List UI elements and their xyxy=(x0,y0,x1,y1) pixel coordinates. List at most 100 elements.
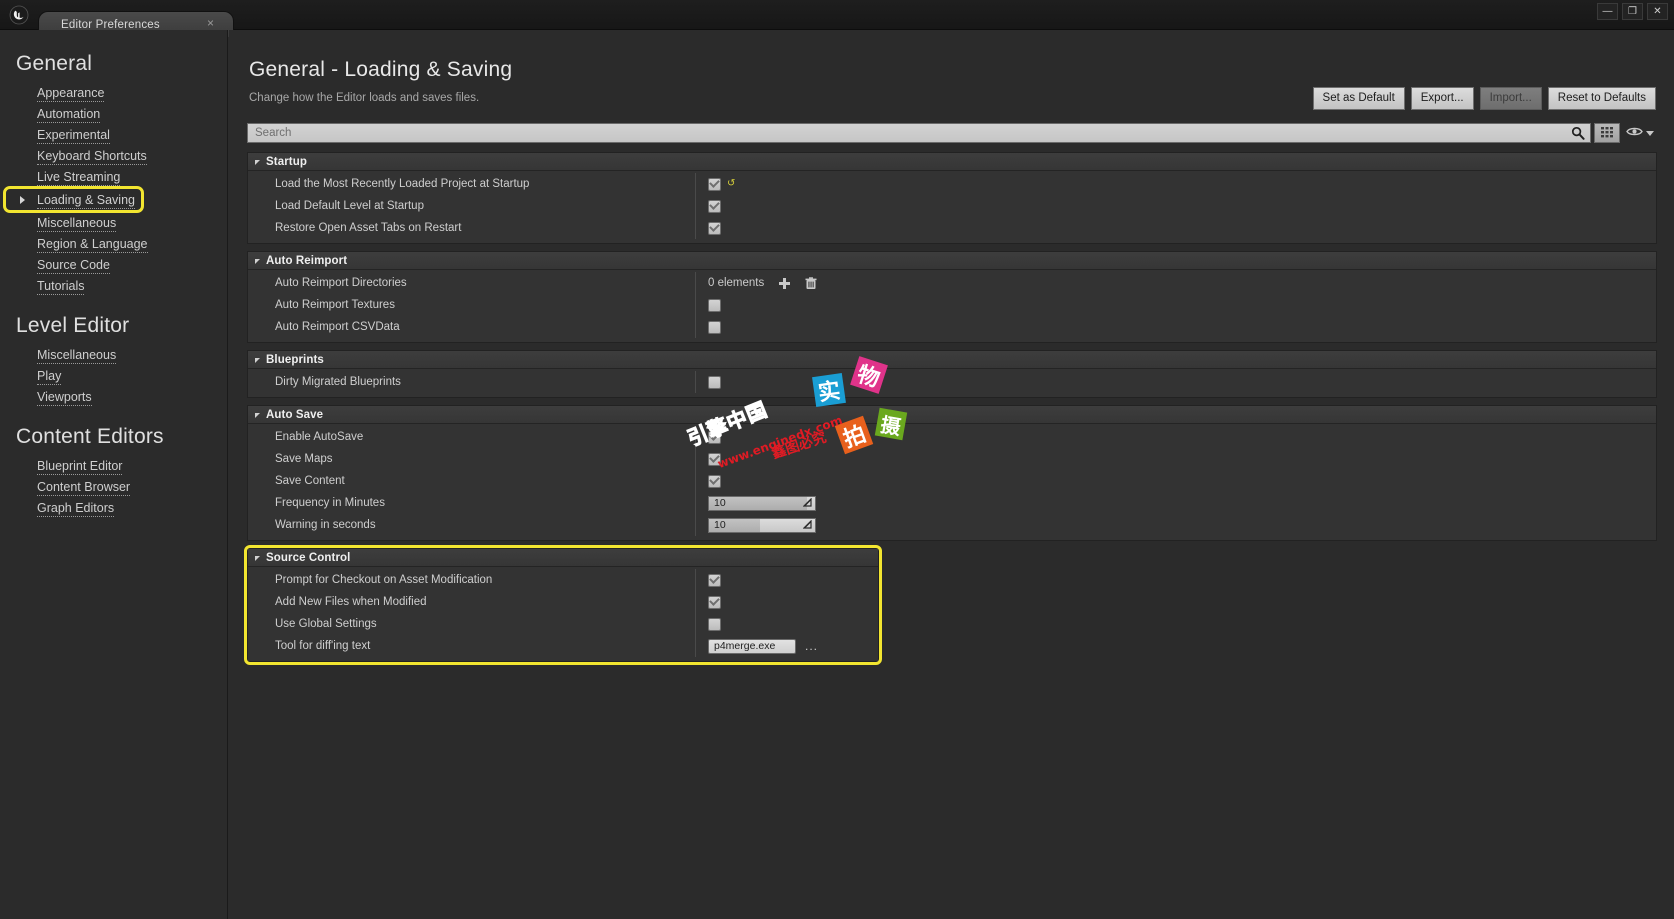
sidebar-item-label: Region & Language xyxy=(37,236,148,253)
resize-grip-icon[interactable] xyxy=(802,516,812,534)
property-value xyxy=(695,316,1656,338)
category-header-source-control[interactable]: Source Control xyxy=(248,549,878,567)
checkbox[interactable] xyxy=(708,474,721,488)
minimize-button[interactable]: — xyxy=(1597,3,1618,20)
sidebar-item-play[interactable]: Play xyxy=(0,365,227,386)
export-button[interactable]: Export... xyxy=(1410,87,1474,110)
category-header-auto-save[interactable]: Auto Save xyxy=(248,406,1656,424)
checkbox[interactable] xyxy=(708,595,721,609)
reset-to-defaults-button[interactable]: Reset to Defaults xyxy=(1547,87,1656,110)
sidebar-item-region-language[interactable]: Region & Language xyxy=(0,233,227,254)
category-title: Source Control xyxy=(266,551,351,564)
property-label: Save Content xyxy=(275,475,345,487)
property-label: Save Maps xyxy=(275,453,333,465)
plus-icon[interactable] xyxy=(778,277,791,290)
checkbox[interactable] xyxy=(708,452,721,466)
checkbox[interactable] xyxy=(708,617,721,631)
checkbox[interactable] xyxy=(708,573,721,587)
sidebar-group-title: Content Editors xyxy=(16,425,164,448)
property-row: Auto Reimport CSVData xyxy=(248,316,1656,338)
text-input[interactable]: p4merge.exe xyxy=(708,638,796,654)
close-icon[interactable]: × xyxy=(204,17,217,30)
number-value: 10 xyxy=(714,519,726,531)
sidebar-item-label: Miscellaneous xyxy=(37,215,117,232)
search-icon[interactable] xyxy=(1571,126,1585,140)
category-body: Auto Reimport Directories 0 elements Auto … xyxy=(248,270,1656,342)
property-row: Prompt for Checkout on Asset Modificatio… xyxy=(248,569,878,591)
property-value xyxy=(695,294,1656,316)
checkbox[interactable] xyxy=(708,221,721,235)
page-subtitle: Change how the Editor loads and saves fi… xyxy=(249,92,480,104)
set-as-default-button[interactable]: Set as Default xyxy=(1312,87,1405,110)
sidebar-item-keyboard-shortcuts[interactable]: Keyboard Shortcuts xyxy=(0,145,227,166)
window-controls: — ❐ ✕ xyxy=(1597,3,1668,20)
sidebar: General Appearance Automation Experimental K… xyxy=(0,30,228,919)
property-category: Blueprints Dirty Migrated Blueprints xyxy=(247,350,1657,398)
sidebar-item-miscellaneous[interactable]: Miscellaneous xyxy=(0,344,227,365)
property-value: 0 elements xyxy=(695,272,1656,294)
checkbox[interactable] xyxy=(708,375,721,389)
collapse-triangle-icon xyxy=(255,357,260,363)
maximize-button[interactable]: ❐ xyxy=(1622,3,1643,20)
sidebar-item-live-streaming[interactable]: Live Streaming xyxy=(0,166,227,187)
sidebar-item-label: Content Browser xyxy=(37,479,131,496)
property-label: Load Default Level at Startup xyxy=(275,200,424,212)
search-input[interactable] xyxy=(248,124,1590,142)
visibility-options-button[interactable] xyxy=(1623,123,1657,143)
property-category: Auto Reimport Auto Reimport Directories 0 … xyxy=(247,251,1657,343)
title-bar: Editor Preferences × — ❐ ✕ xyxy=(0,0,1674,37)
property-row: Add New Files when Modified xyxy=(248,591,878,613)
checkbox[interactable] xyxy=(708,177,721,191)
category-header-auto-reimport[interactable]: Auto Reimport xyxy=(248,252,1656,270)
close-window-button[interactable]: ✕ xyxy=(1647,3,1668,20)
sidebar-item-blueprint-editor[interactable]: Blueprint Editor xyxy=(0,455,227,476)
editor-preferences-window: Editor Preferences × — ❐ ✕ General Appear… xyxy=(0,0,1674,919)
sidebar-item-source-code[interactable]: Source Code xyxy=(0,254,227,275)
property-value xyxy=(695,195,1656,217)
grid-view-icon[interactable] xyxy=(1594,123,1620,143)
trash-icon[interactable] xyxy=(805,276,817,290)
category-header-startup[interactable]: Startup xyxy=(248,153,1656,171)
property-row: Enable AutoSave xyxy=(248,426,1656,448)
properties-panel: Startup Load the Most Recently Loaded Pro… xyxy=(244,152,1657,669)
revert-icon[interactable]: ↺ xyxy=(727,179,735,189)
sidebar-group-title: General xyxy=(16,52,93,75)
sidebar-item-label: Tutorials xyxy=(37,278,85,295)
import-button: Import... xyxy=(1479,87,1542,110)
sidebar-group-title: Level Editor xyxy=(16,314,130,337)
number-input[interactable]: 10 xyxy=(708,494,816,512)
property-row: Auto Reimport Textures xyxy=(248,294,1656,316)
checkbox[interactable] xyxy=(708,298,721,312)
property-row: Tool for diff'ing text p4merge.exe... xyxy=(248,635,878,657)
checkbox[interactable] xyxy=(708,199,721,213)
property-row: Auto Reimport Directories 0 elements xyxy=(248,272,1656,294)
sidebar-item-miscellaneous[interactable]: Miscellaneous xyxy=(0,212,227,233)
property-row: Frequency in Minutes 10 xyxy=(248,492,1656,514)
number-input[interactable]: 10 xyxy=(708,516,816,534)
property-label: Auto Reimport Directories xyxy=(275,277,407,289)
property-category: Auto Save Enable AutoSave Save Maps Save Co… xyxy=(247,405,1657,541)
checkbox[interactable] xyxy=(708,320,721,334)
sidebar-item-label: Live Streaming xyxy=(37,169,121,186)
sidebar-item-graph-editors[interactable]: Graph Editors xyxy=(0,497,227,518)
property-category: Source Control Prompt for Checkout on Ass… xyxy=(244,545,882,665)
sidebar-item-label: Graph Editors xyxy=(37,500,115,517)
category-header-blueprints[interactable]: Blueprints xyxy=(248,351,1656,369)
category-body: Dirty Migrated Blueprints xyxy=(248,369,1656,397)
sidebar-item-loading-saving[interactable]: Loading & Saving xyxy=(3,186,144,213)
header-buttons: Set as Default Export... Import... Reset to… xyxy=(1312,87,1656,110)
sidebar-item-tutorials[interactable]: Tutorials xyxy=(0,275,227,296)
property-category: Startup Load the Most Recently Loaded Pro… xyxy=(247,152,1657,244)
sidebar-item-content-browser[interactable]: Content Browser xyxy=(0,476,227,497)
sidebar-item-appearance[interactable]: Appearance xyxy=(0,82,227,103)
checkbox[interactable] xyxy=(708,430,721,444)
browse-button[interactable]: ... xyxy=(805,640,818,652)
property-value: ↺ xyxy=(695,173,1656,195)
property-row: Load the Most Recently Loaded Project at… xyxy=(248,173,1656,195)
sidebar-item-label: Appearance xyxy=(37,85,105,102)
resize-grip-icon[interactable] xyxy=(802,494,812,512)
sidebar-item-automation[interactable]: Automation xyxy=(0,103,227,124)
search-box[interactable] xyxy=(247,123,1591,143)
sidebar-item-viewports[interactable]: Viewports xyxy=(0,386,227,407)
sidebar-item-experimental[interactable]: Experimental xyxy=(0,124,227,145)
